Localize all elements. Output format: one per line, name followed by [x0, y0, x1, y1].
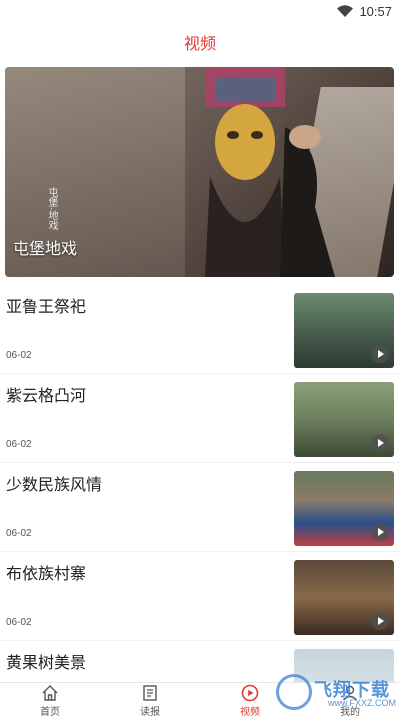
status-bar: 10:57	[0, 0, 400, 22]
tab-profile[interactable]: 我的	[300, 683, 400, 718]
video-thumbnail[interactable]	[294, 471, 394, 546]
status-time: 10:57	[359, 3, 392, 19]
list-item[interactable]: 少数民族风情 06-02	[0, 463, 400, 552]
tab-label: 读报	[140, 706, 160, 718]
item-title: 紫云格凸河	[6, 388, 87, 405]
tab-label: 视频	[240, 706, 260, 718]
newspaper-icon	[143, 684, 157, 701]
video-play-icon	[241, 684, 259, 701]
tab-newspaper[interactable]: 读报	[100, 683, 200, 718]
item-date: 06-02	[6, 528, 32, 539]
play-icon	[371, 612, 389, 630]
item-title: 布依族村寨	[6, 566, 87, 583]
play-icon	[371, 345, 389, 363]
hero-opera-mask-image	[205, 67, 335, 277]
tab-label: 首页	[40, 706, 60, 718]
home-icon	[42, 684, 58, 701]
item-date: 06-02	[6, 617, 32, 628]
item-date: 06-02	[6, 350, 32, 361]
video-list: 亚鲁王祭祀 06-02 紫云格凸河 06-02 少数民族风情 06-02 布依族…	[0, 285, 400, 718]
play-icon	[371, 523, 389, 541]
video-thumbnail[interactable]	[294, 560, 394, 635]
item-date: 06-02	[6, 439, 32, 450]
bottom-tab-bar: 首页 读报 视频 我的	[0, 682, 400, 718]
wifi-icon	[337, 5, 354, 17]
tab-home[interactable]: 首页	[0, 683, 100, 718]
video-thumbnail[interactable]	[294, 293, 394, 368]
hero-vertical-caption: 屯堡·地戏	[46, 187, 57, 231]
play-icon	[371, 434, 389, 452]
list-item[interactable]: 紫云格凸河 06-02	[0, 374, 400, 463]
list-item[interactable]: 亚鲁王祭祀 06-02	[0, 285, 400, 374]
tab-label: 我的	[340, 706, 360, 718]
hero-video-card[interactable]: 屯堡·地戏 屯堡地戏	[5, 67, 394, 277]
hero-title: 屯堡地戏	[13, 241, 78, 258]
user-icon	[342, 685, 358, 700]
page-title: 视频	[183, 36, 216, 53]
item-title: 亚鲁王祭祀	[6, 299, 87, 316]
item-title: 黄果树美景	[6, 655, 87, 672]
list-item[interactable]: 布依族村寨 06-02	[0, 552, 400, 641]
video-thumbnail[interactable]	[294, 382, 394, 457]
tab-video[interactable]: 视频	[200, 683, 300, 718]
item-title: 少数民族风情	[6, 477, 103, 494]
title-bar: 视频	[0, 22, 400, 62]
